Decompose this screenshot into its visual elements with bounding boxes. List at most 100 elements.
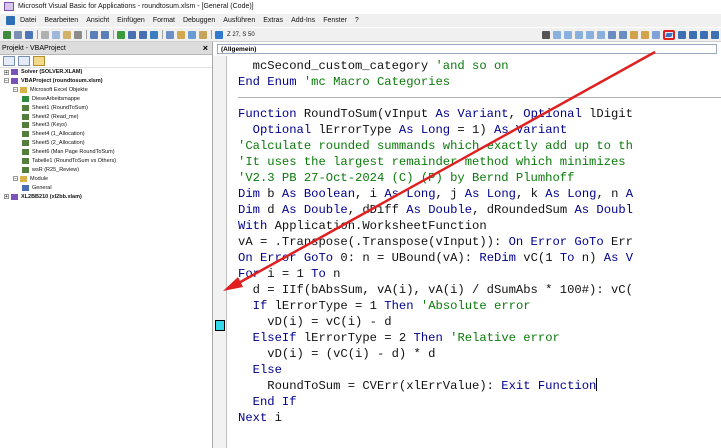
insert-module-icon[interactable]	[14, 30, 22, 39]
tree-node[interactable]: − VBAProject (roundtosum.xlsm)	[4, 77, 103, 85]
tree-node[interactable]: Tabelle1 (RoundToSum vs Others)	[22, 157, 116, 165]
project-explorer-icon[interactable]	[166, 30, 174, 39]
code-line[interactable]: Function RoundToSum(vInput As Variant, O…	[238, 106, 633, 122]
code-line[interactable]: Dim d As Double, dDiff As Double, dRound…	[238, 202, 633, 218]
tree-node[interactable]: Sheet3 (Keys)	[22, 121, 67, 129]
code-line[interactable]: Else	[238, 362, 282, 378]
object-browser-icon[interactable]	[188, 30, 196, 39]
tree-node[interactable]: Sheet2 (Read_me)	[22, 113, 78, 121]
properties-icon[interactable]	[177, 30, 185, 39]
code-line[interactable]: mcSecond_custom_category 'and so on	[238, 58, 509, 74]
code-line[interactable]: vA = .Transpose(.Transpose(vInput)): On …	[238, 234, 633, 250]
excel-view-icon[interactable]	[3, 30, 11, 39]
code-line[interactable]: End Enum 'mc Macro Categories	[238, 74, 450, 90]
code-keyword: Dim	[238, 187, 268, 201]
clear-bookmarks-icon[interactable]	[700, 30, 708, 39]
folder-icon	[20, 86, 27, 93]
tree-node[interactable]: Sheet6 (Man Page RoundToSum)	[22, 148, 115, 156]
toggle-folders-icon[interactable]	[33, 56, 45, 66]
close-icon[interactable]: ×	[201, 43, 212, 53]
tree-expander-icon[interactable]: +	[4, 194, 9, 200]
code-line[interactable]: On Error GoTo 0: n = UBound(vA): ReDim v…	[238, 250, 633, 266]
comment-block-icon[interactable]	[630, 30, 638, 39]
menu-bearbeiten[interactable]: Bearbeiten	[44, 17, 78, 24]
code-line[interactable]: Optional lErrorType As Long = 1) As Vari…	[238, 122, 568, 138]
tree-node[interactable]: + XL2BB210 (xl2bb.xlam)	[4, 193, 82, 201]
outdent-icon[interactable]	[608, 30, 616, 39]
break-icon[interactable]	[128, 30, 136, 39]
menu-format[interactable]: Format	[153, 17, 175, 24]
undo-icon[interactable]	[90, 30, 98, 39]
code-line[interactable]: End If	[238, 394, 297, 410]
margin-indicator-bar[interactable]	[213, 56, 227, 448]
code-token: vD(i) = vC(i) - d	[238, 315, 392, 329]
code-line[interactable]: d = IIf(bAbsSum, vA(i), vA(i) / dSumAbs …	[238, 282, 633, 298]
vba-menu-icon[interactable]	[6, 16, 15, 25]
list-properties-icon[interactable]	[553, 30, 561, 39]
tree-node[interactable]: Sheet4 (1_Allocation)	[22, 130, 85, 138]
tree-node[interactable]: DieseArbeitsmappe	[22, 95, 80, 103]
previous-bookmark-icon[interactable]	[689, 30, 697, 39]
tree-node[interactable]: Sheet5 (2_Allocation)	[22, 139, 85, 147]
list-constants-icon[interactable]	[564, 30, 572, 39]
menu-datei[interactable]: Datei	[20, 17, 36, 24]
menu-fenster[interactable]: Fenster	[323, 17, 347, 24]
menu-extras[interactable]: Extras	[263, 17, 283, 24]
code-line[interactable]: 'Calculate rounded summands which exactl…	[238, 138, 633, 154]
toggle-bookmark-icon[interactable]	[652, 30, 660, 39]
code-line[interactable]: 'It uses the largest remainder method wh…	[238, 154, 626, 170]
code-keyword: As Long	[398, 123, 451, 137]
tree-expander-icon[interactable]: −	[13, 176, 18, 182]
tree-expander-icon[interactable]: −	[4, 78, 9, 84]
code-line[interactable]: vD(i) = vC(i) - d	[238, 314, 392, 330]
code-line[interactable]: ElseIf lErrorType = 2 Then 'Relative err…	[238, 330, 560, 346]
menu-debuggen[interactable]: Debuggen	[183, 17, 215, 24]
complete-word-icon[interactable]	[597, 30, 605, 39]
code-text[interactable]: mcSecond_custom_category 'and so on End E…	[238, 56, 721, 448]
tree-node[interactable]: wsR (R25_Review)	[22, 166, 79, 174]
code-line[interactable]: vD(i) = (vC(i) - d) * d	[238, 346, 435, 362]
toggle-breakpoint-icon[interactable]	[619, 30, 627, 39]
menu-help[interactable]: ?	[355, 17, 359, 24]
paste-icon[interactable]	[63, 30, 71, 39]
tree-node[interactable]: − Module	[13, 175, 48, 183]
tree-expander-icon[interactable]: −	[13, 87, 18, 93]
view-code-icon[interactable]	[3, 56, 15, 66]
save-icon[interactable]	[25, 30, 33, 39]
next-bookmark-icon[interactable]	[678, 30, 686, 39]
object-combo[interactable]: (Allgemein)	[217, 44, 717, 54]
view-object-icon[interactable]	[18, 56, 30, 66]
help-icon[interactable]	[215, 30, 223, 39]
tree-node[interactable]: + Solver (SOLVER.XLAM)	[4, 68, 82, 76]
find-icon[interactable]	[74, 30, 82, 39]
menu-ansicht[interactable]: Ansicht	[86, 17, 109, 24]
redo-icon[interactable]	[101, 30, 109, 39]
run-icon[interactable]	[117, 30, 125, 39]
indent-icon[interactable]	[663, 29, 675, 40]
parameter-info-icon[interactable]	[586, 30, 594, 39]
code-keyword: As Variant	[435, 107, 509, 121]
overflow-icon[interactable]	[711, 30, 719, 39]
tree-node[interactable]: General	[22, 184, 52, 192]
tree-expander-icon[interactable]: +	[4, 69, 9, 75]
quick-info-icon[interactable]	[575, 30, 583, 39]
code-line[interactable]: 'V2.3 PB 27-Oct-2024 (C) (P) by Bernd Pl…	[238, 170, 574, 186]
code-keyword: Exit Function	[501, 379, 597, 393]
cut-icon[interactable]	[41, 30, 49, 39]
tree-node[interactable]: Sheet1 (RoundToSum)	[22, 104, 88, 112]
tree-node[interactable]: − Microsoft Excel Objekte	[13, 86, 88, 94]
code-line[interactable]: Dim b As Boolean, i As Long, j As Long, …	[238, 186, 633, 202]
code-line[interactable]: For i = 1 To n	[238, 266, 340, 282]
copy-icon[interactable]	[52, 30, 60, 39]
menu-einfuegen[interactable]: Einfügen	[117, 17, 145, 24]
code-line[interactable]: Next i	[238, 410, 282, 426]
reset-icon[interactable]	[139, 30, 147, 39]
uncomment-block-icon[interactable]	[641, 30, 649, 39]
code-line[interactable]: RoundToSum = CVErr(xlErrValue): Exit Fun…	[238, 378, 598, 394]
toolbox-icon[interactable]	[199, 30, 207, 39]
code-line[interactable]: If lErrorType = 1 Then 'Absolute error	[238, 298, 531, 314]
menu-addins[interactable]: Add-Ins	[291, 17, 315, 24]
menu-ausfuehren[interactable]: Ausführen	[223, 17, 255, 24]
design-mode-icon[interactable]	[150, 30, 158, 39]
code-line[interactable]: With Application.WorksheetFunction	[238, 218, 487, 234]
